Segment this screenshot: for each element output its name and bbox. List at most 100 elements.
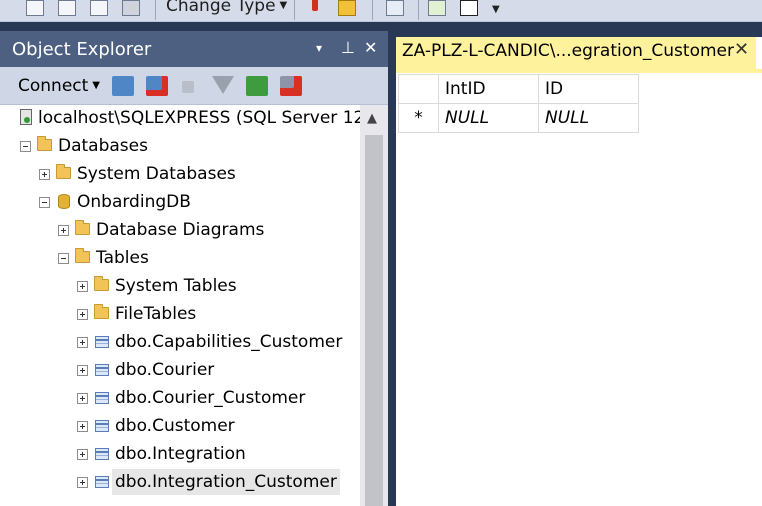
table-icon — [95, 336, 109, 348]
tree-node-label: dbo.Courier_Customer — [115, 388, 306, 408]
expand-icon[interactable] — [77, 477, 88, 488]
table-icon — [95, 420, 109, 432]
tree-node-system-databases[interactable]: System Databases — [0, 161, 360, 187]
toolbar-separator — [155, 0, 156, 20]
tree-node-label: localhost\SQLEXPRESS (SQL Server 12.0.2 — [38, 108, 360, 128]
tree-node-onbardingdb[interactable]: OnbardingDB — [0, 189, 360, 215]
group-by-icon[interactable] — [386, 0, 404, 16]
scrollbar-thumb[interactable] — [365, 135, 383, 506]
query-designer-toolbar: Change Type ▼ ▼ — [0, 0, 762, 22]
close-icon[interactable]: ✕ — [734, 39, 749, 60]
grid-header-row: IntID ID — [398, 74, 639, 104]
tree-node-tables[interactable]: Tables — [0, 245, 360, 271]
connect-label: Connect — [18, 76, 89, 96]
table-icon — [95, 392, 109, 404]
delete-icon[interactable] — [280, 76, 302, 96]
expand-icon[interactable] — [77, 337, 88, 348]
results-grid: IntID ID * NULL NULL — [398, 74, 639, 133]
refresh-icon[interactable] — [246, 76, 268, 96]
sql-pane-icon[interactable] — [90, 0, 108, 16]
tree-node-label: dbo.Integration_Customer — [112, 469, 340, 495]
close-icon[interactable]: ✕ — [364, 38, 377, 57]
toolbar-separator — [294, 0, 295, 20]
tree-node-table[interactable]: dbo.Integration — [0, 441, 360, 467]
column-header[interactable]: IntID — [438, 74, 539, 104]
tree-node-label: Tables — [96, 248, 149, 268]
tree-node-databases[interactable]: Databases — [0, 133, 360, 159]
table-icon — [95, 476, 109, 488]
tree-node-label: dbo.Integration — [115, 444, 246, 464]
object-explorer-title: Object Explorer — [12, 39, 152, 60]
tree-node-label: dbo.Capabilities_Customer — [115, 332, 343, 352]
filter-icon[interactable] — [212, 76, 234, 94]
table-icon — [95, 448, 109, 460]
collapse-icon[interactable] — [39, 197, 50, 208]
grid-pane-icon[interactable] — [58, 0, 76, 16]
scroll-up-icon[interactable]: ▲ — [367, 111, 377, 126]
toolbar-overflow-icon[interactable]: ▼ — [492, 4, 500, 15]
grid-cell[interactable]: NULL — [538, 103, 639, 133]
grid-corner-cell[interactable] — [398, 74, 439, 104]
tree-node-table[interactable]: dbo.Capabilities_Customer — [0, 329, 360, 355]
tree-node-table[interactable]: dbo.Courier — [0, 357, 360, 383]
column-header[interactable]: ID — [538, 74, 639, 104]
connect-button[interactable]: Connect ▼ — [18, 76, 100, 96]
expand-icon[interactable] — [58, 225, 69, 236]
tree-node-label: System Databases — [77, 164, 236, 184]
folder-icon — [56, 164, 71, 179]
stop-icon[interactable] — [182, 81, 194, 93]
disconnect-icon[interactable] — [146, 76, 168, 96]
expand-icon[interactable] — [77, 449, 88, 460]
tree-node-label: dbo.Courier — [115, 360, 215, 380]
results-pane-icon[interactable] — [122, 0, 140, 16]
document-tab[interactable]: ZA-PLZ-L-CANDIC\...egration_Customer ✕ — [396, 37, 756, 69]
expand-icon[interactable] — [77, 393, 88, 404]
expand-icon[interactable] — [77, 281, 88, 292]
chevron-down-icon: ▼ — [92, 80, 100, 91]
folder-icon — [37, 136, 52, 151]
new-row-marker[interactable]: * — [398, 103, 439, 133]
chevron-down-icon: ▼ — [279, 0, 288, 11]
pin-icon[interactable]: ⊥ — [341, 38, 355, 57]
connect-object-explorer-icon[interactable] — [112, 76, 134, 96]
verify-sql-icon[interactable] — [338, 0, 356, 16]
tree-node-table[interactable]: dbo.Customer — [0, 413, 360, 439]
tree-node-label: Database Diagrams — [96, 220, 265, 240]
tree-node-label: dbo.Customer — [115, 416, 235, 436]
toolbar-separator — [418, 0, 419, 20]
tree-node-label: Databases — [58, 136, 148, 156]
object-explorer-toolbar: Connect ▼ — [0, 67, 388, 105]
tree-node-server[interactable]: localhost\SQLEXPRESS (SQL Server 12.0.2 — [0, 105, 360, 131]
expand-icon[interactable] — [77, 421, 88, 432]
change-type-label: Change Type — [166, 0, 276, 16]
execute-icon[interactable] — [312, 0, 318, 11]
folder-icon — [75, 220, 90, 235]
document-tab-title: ZA-PLZ-L-CANDIC\...egration_Customer — [402, 41, 734, 61]
expand-icon[interactable] — [77, 365, 88, 376]
tree-node-table[interactable]: dbo.Courier_Customer — [0, 385, 360, 411]
tree-node-database-diagrams[interactable]: Database Diagrams — [0, 217, 360, 243]
grid-cell[interactable]: NULL — [438, 103, 539, 133]
tree-node-filetables[interactable]: FileTables — [0, 301, 360, 327]
window-position-icon[interactable]: ▾ — [316, 41, 322, 55]
folder-icon — [75, 248, 90, 263]
tree-node-system-tables[interactable]: System Tables — [0, 273, 360, 299]
table-icon — [95, 364, 109, 376]
add-derived-table-icon[interactable] — [460, 0, 478, 16]
add-table-icon[interactable] — [428, 0, 446, 16]
change-type-button[interactable]: Change Type ▼ — [166, 0, 287, 16]
collapse-icon[interactable] — [58, 253, 69, 264]
expand-icon[interactable] — [77, 309, 88, 320]
server-icon — [20, 109, 32, 125]
document-tab-strip — [396, 69, 762, 73]
expand-icon[interactable] — [39, 169, 50, 180]
vertical-scrollbar[interactable]: ▲ — [360, 105, 388, 506]
tree-node-table-selected[interactable]: dbo.Integration_Customer — [0, 469, 360, 495]
object-explorer-tree: localhost\SQLEXPRESS (SQL Server 12.0.2 … — [0, 105, 360, 506]
tree-node-label: OnbardingDB — [77, 192, 191, 212]
table-row: * NULL NULL — [398, 103, 639, 133]
collapse-icon[interactable] — [20, 141, 31, 152]
database-icon — [58, 194, 70, 209]
diagram-pane-icon[interactable] — [26, 0, 44, 16]
folder-icon — [94, 304, 109, 319]
